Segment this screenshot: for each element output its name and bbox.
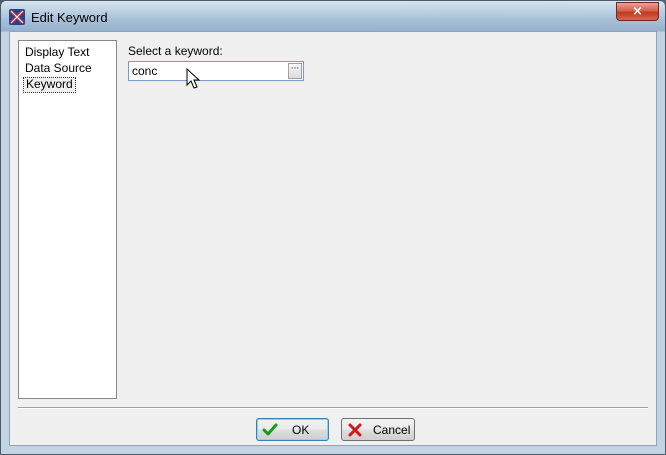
category-item-keyword[interactable]: Keyword [23, 77, 76, 93]
x-icon [348, 423, 362, 436]
keyword-combo[interactable]: ··· [128, 61, 304, 81]
dialog-client-area: Display Text Data Source Keyword Select … [9, 31, 657, 446]
ellipsis-icon: ··· [290, 64, 300, 74]
category-item-data-source[interactable]: Data Source [23, 61, 94, 75]
app-logo-icon [9, 9, 25, 25]
keyword-input[interactable] [129, 62, 288, 80]
category-list[interactable]: Display Text Data Source Keyword [18, 40, 117, 399]
keyword-field-label: Select a keyword: [128, 44, 223, 58]
edit-keyword-dialog: Edit Keyword × Display Text Data Source … [0, 0, 666, 455]
close-icon: × [632, 4, 643, 19]
browse-button[interactable]: ··· [288, 63, 302, 79]
cancel-button-label: Cancel [373, 422, 411, 437]
check-icon [262, 423, 278, 435]
ok-button[interactable]: OK [256, 418, 329, 441]
window-title: Edit Keyword [31, 10, 108, 25]
mouse-pointer-icon [186, 68, 200, 89]
cancel-button[interactable]: Cancel [341, 418, 415, 441]
close-button[interactable]: × [616, 2, 659, 21]
button-separator [18, 407, 648, 409]
ok-button-label: OK [292, 422, 310, 437]
category-item-display-text[interactable]: Display Text [23, 45, 91, 59]
title-bar[interactable]: Edit Keyword × [1, 1, 665, 31]
